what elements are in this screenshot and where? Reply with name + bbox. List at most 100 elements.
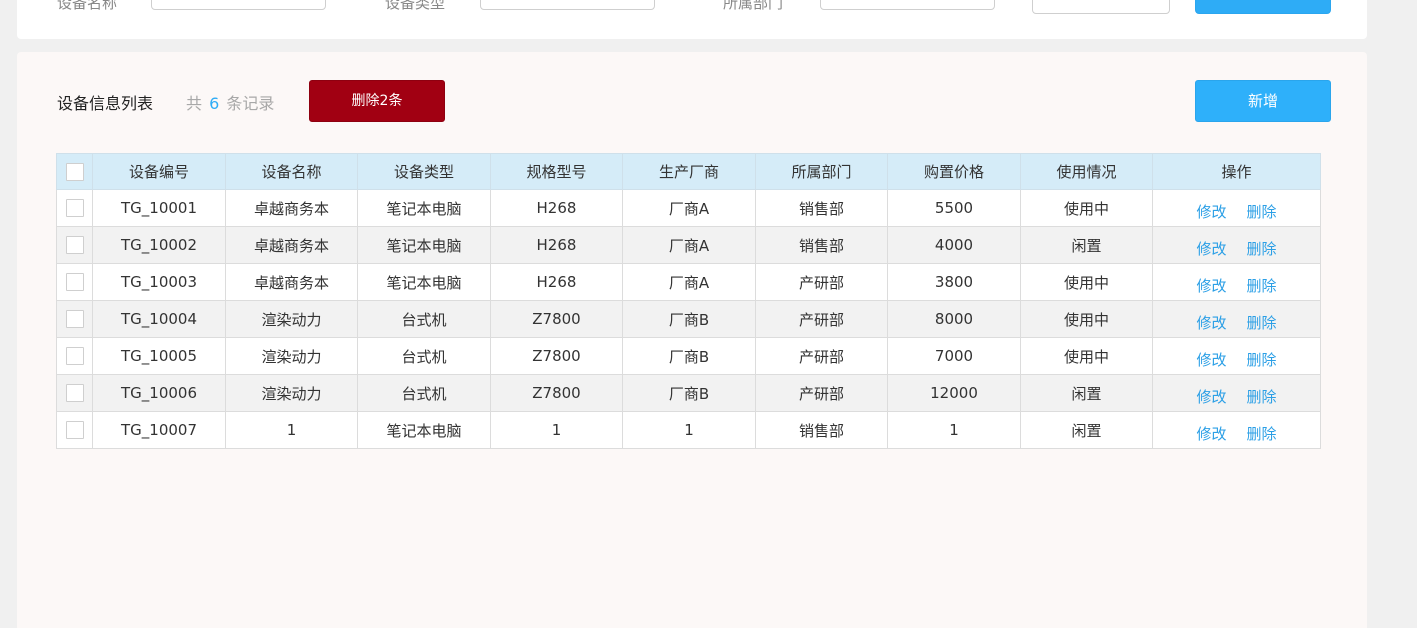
cell-type: 台式机: [357, 374, 491, 412]
cell-actions: 修改 删除: [1152, 374, 1321, 412]
row-select-cell: [56, 411, 93, 449]
row-checkbox[interactable]: [65, 310, 84, 329]
device-table: 设备编号 设备名称 设备类型 规格型号 生产厂商 所属部门 购置价格 使用情况 …: [56, 153, 1321, 449]
cell-status: 闲置: [1020, 226, 1153, 264]
query-button[interactable]: [1195, 0, 1331, 14]
cell-type: 台式机: [357, 337, 491, 375]
delete-link[interactable]: 删除: [1247, 238, 1277, 259]
delete-link[interactable]: 删除: [1247, 423, 1277, 444]
cell-maker: 1: [622, 411, 756, 449]
cell-id: TG_10005: [92, 337, 226, 375]
column-header-id: 设备编号: [92, 153, 226, 190]
cell-maker: 厂商B: [622, 300, 756, 338]
cell-department: 产研部: [755, 263, 888, 301]
delete-link[interactable]: 删除: [1247, 386, 1277, 407]
cell-model: H268: [490, 263, 623, 301]
filter-name-label: 设备名称: [57, 0, 118, 12]
page: 设备名称 设备类型 所属部门 设备信息列表 共 6 条记录 删除2条 新增 设备…: [0, 0, 1417, 628]
batch-delete-button[interactable]: 删除2条: [309, 80, 445, 122]
cell-actions: 修改 删除: [1152, 300, 1321, 338]
department-select[interactable]: [820, 0, 995, 10]
cell-actions: 修改 删除: [1152, 189, 1321, 227]
cell-status: 使用中: [1020, 189, 1153, 227]
row-select-cell: [56, 189, 93, 227]
reset-button[interactable]: [1032, 0, 1170, 14]
edit-link[interactable]: 修改: [1196, 349, 1226, 370]
cell-maker: 厂商A: [622, 226, 756, 264]
cell-department: 产研部: [755, 337, 888, 375]
row-checkbox[interactable]: [65, 236, 84, 255]
row-select-cell: [56, 300, 93, 338]
delete-link[interactable]: 删除: [1247, 312, 1277, 333]
edit-link[interactable]: 修改: [1196, 386, 1226, 407]
cell-id: TG_10003: [92, 263, 226, 301]
cell-actions: 修改 删除: [1152, 337, 1321, 375]
cell-name: 1: [225, 411, 358, 449]
cell-type: 笔记本电脑: [357, 226, 491, 264]
record-count: 共 6 条记录: [186, 93, 274, 115]
cell-model: Z7800: [490, 337, 623, 375]
table-row: TG_10002 卓越商务本 笔记本电脑 H268 厂商A 销售部 4000 闲…: [56, 226, 1321, 264]
cell-maker: 厂商A: [622, 263, 756, 301]
table-row: TG_10006 渲染动力 台式机 Z7800 厂商B 产研部 12000 闲置…: [56, 374, 1321, 412]
cell-status: 使用中: [1020, 263, 1153, 301]
delete-link[interactable]: 删除: [1247, 201, 1277, 222]
row-checkbox[interactable]: [65, 199, 84, 218]
row-select-cell: [56, 263, 93, 301]
edit-link[interactable]: 修改: [1196, 201, 1226, 222]
device-name-input[interactable]: [151, 0, 326, 10]
cell-price: 5500: [887, 189, 1021, 227]
table-row: TG_10005 渲染动力 台式机 Z7800 厂商B 产研部 7000 使用中…: [56, 337, 1321, 375]
table-header-row: 设备编号 设备名称 设备类型 规格型号 生产厂商 所属部门 购置价格 使用情况 …: [56, 153, 1321, 190]
edit-link[interactable]: 修改: [1196, 423, 1226, 444]
edit-link[interactable]: 修改: [1196, 238, 1226, 259]
edit-link[interactable]: 修改: [1196, 312, 1226, 333]
cell-model: 1: [490, 411, 623, 449]
cell-id: TG_10002: [92, 226, 226, 264]
cell-name: 渲染动力: [225, 300, 358, 338]
select-all-cell: [56, 153, 93, 190]
column-header-model: 规格型号: [490, 153, 623, 190]
cell-id: TG_10006: [92, 374, 226, 412]
column-header-name: 设备名称: [225, 153, 358, 190]
column-header-status: 使用情况: [1020, 153, 1153, 190]
cell-price: 12000: [887, 374, 1021, 412]
filter-dept-label: 所属部门: [723, 0, 784, 12]
cell-name: 卓越商务本: [225, 263, 358, 301]
record-count-number: 6: [209, 94, 220, 113]
cell-department: 销售部: [755, 189, 888, 227]
table-body: TG_10001 卓越商务本 笔记本电脑 H268 厂商A 销售部 5500 使…: [56, 189, 1321, 449]
cell-actions: 修改 删除: [1152, 226, 1321, 264]
delete-link[interactable]: 删除: [1247, 275, 1277, 296]
row-checkbox[interactable]: [65, 347, 84, 366]
column-header-maker: 生产厂商: [622, 153, 756, 190]
column-header-department: 所属部门: [755, 153, 888, 190]
cell-model: Z7800: [490, 374, 623, 412]
cell-id: TG_10004: [92, 300, 226, 338]
add-button[interactable]: 新增: [1195, 80, 1331, 122]
row-select-cell: [56, 226, 93, 264]
cell-name: 卓越商务本: [225, 189, 358, 227]
cell-name: 渲染动力: [225, 374, 358, 412]
row-checkbox[interactable]: [65, 384, 84, 403]
cell-maker: 厂商A: [622, 189, 756, 227]
filter-type-label: 设备类型: [385, 0, 446, 12]
cell-type: 笔记本电脑: [357, 263, 491, 301]
cell-price: 3800: [887, 263, 1021, 301]
cell-department: 产研部: [755, 374, 888, 412]
edit-link[interactable]: 修改: [1196, 275, 1226, 296]
row-checkbox[interactable]: [65, 273, 84, 292]
device-type-select[interactable]: [480, 0, 655, 10]
cell-price: 8000: [887, 300, 1021, 338]
cell-actions: 修改 删除: [1152, 263, 1321, 301]
cell-model: Z7800: [490, 300, 623, 338]
row-checkbox[interactable]: [65, 421, 84, 440]
cell-price: 7000: [887, 337, 1021, 375]
cell-type: 笔记本电脑: [357, 411, 491, 449]
cell-status: 使用中: [1020, 337, 1153, 375]
table-row: TG_10003 卓越商务本 笔记本电脑 H268 厂商A 产研部 3800 使…: [56, 263, 1321, 301]
select-all-checkbox[interactable]: [65, 162, 84, 181]
delete-link[interactable]: 删除: [1247, 349, 1277, 370]
cell-maker: 厂商B: [622, 337, 756, 375]
cell-status: 使用中: [1020, 300, 1153, 338]
